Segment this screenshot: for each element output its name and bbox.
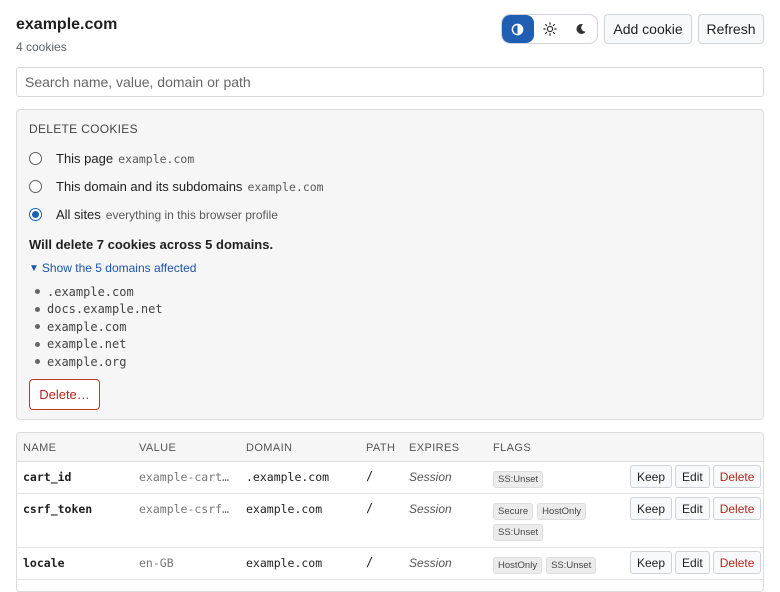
add-cookie-button[interactable]: Add cookie <box>604 14 692 44</box>
row-actions: Keep Edit Delete <box>630 551 762 574</box>
sun-icon <box>542 22 557 36</box>
cookie-value: example-csrf… <box>139 502 230 516</box>
bullet-icon <box>35 359 40 365</box>
domain-text: example.net <box>47 337 127 352</box>
cookie-expires: Session <box>409 502 452 516</box>
toggle-label: Show the 5 domains affected <box>41 261 197 275</box>
theme-light-button[interactable] <box>534 15 566 43</box>
table-row: locale en-GB example.com / Session HostO… <box>17 548 763 580</box>
table-header: NAME VALUE DOMAIN PATH EXPIRES FLAGS <box>17 433 763 462</box>
list-item: .example.com <box>29 283 163 301</box>
cookie-name: cart_id <box>23 470 72 484</box>
table-row: csrf_token example-csrf… example.com / S… <box>17 494 763 548</box>
flag-badge: SS:Unset <box>546 557 597 574</box>
option-hint: example.com <box>247 179 324 194</box>
option-label: This domain and its subdomains <box>56 179 243 194</box>
column-header-name: NAME <box>23 442 57 454</box>
edit-button[interactable]: Edit <box>675 465 710 488</box>
column-header-expires: EXPIRES <box>409 442 460 454</box>
cookie-flags: SS:Unset <box>493 471 613 488</box>
theme-dark-button[interactable] <box>565 15 597 43</box>
cookie-name: csrf_token <box>23 502 93 516</box>
edit-button[interactable]: Edit <box>675 497 710 520</box>
column-header-domain: DOMAIN <box>246 442 293 454</box>
flag-badge: SS:Unset <box>493 471 544 488</box>
list-item: example.net <box>29 336 163 354</box>
option-this-page[interactable]: This page example.com <box>29 151 194 166</box>
option-hint: everything in this browser profile <box>105 207 278 222</box>
column-header-value: VALUE <box>139 442 177 454</box>
flag-badge: Secure <box>493 503 534 520</box>
row-actions: Keep Edit Delete <box>630 465 762 488</box>
list-item: example.org <box>29 353 163 371</box>
theme-toggle <box>501 14 598 44</box>
domain-text: .example.com <box>47 284 134 299</box>
bullet-icon <box>35 324 40 330</box>
list-item: example.com <box>29 318 163 336</box>
delete-cookies-button[interactable]: Delete… <box>29 379 100 410</box>
column-header-flags: FLAGS <box>493 442 532 454</box>
bullet-icon <box>35 341 40 347</box>
cookie-value: en-GB <box>139 556 174 570</box>
header: example.com 4 cookies Add cookie Refresh <box>16 14 764 58</box>
cookie-expires: Session <box>409 556 452 570</box>
cookie-domain: .example.com <box>246 470 330 484</box>
list-item: docs.example.net <box>29 301 163 319</box>
flag-badge: HostOnly <box>537 503 587 520</box>
delete-button[interactable]: Delete <box>712 465 762 488</box>
column-header-path: PATH <box>366 442 396 454</box>
row-actions: Keep Edit Delete <box>630 497 762 520</box>
domain-text: example.com <box>47 319 127 334</box>
cookie-path: / <box>366 469 374 483</box>
show-domains-toggle[interactable]: ▼ Show the 5 domains affected <box>29 261 196 275</box>
table-row: cart_id example-cart… .example.com / Ses… <box>17 462 763 494</box>
flag-badge: SS:Unset <box>493 524 544 541</box>
page-title: example.com <box>16 16 118 33</box>
cookie-name: locale <box>23 556 65 570</box>
flag-badge: HostOnly <box>493 557 543 574</box>
edit-button[interactable]: Edit <box>675 551 710 574</box>
delete-summary: Will delete 7 cookies across 5 domains. <box>29 237 274 252</box>
radio-all-sites[interactable] <box>29 208 42 221</box>
cookie-expires: Session <box>409 470 452 484</box>
radio-this-page[interactable] <box>29 152 42 165</box>
bullet-icon <box>35 289 40 295</box>
delete-button[interactable]: Delete <box>712 497 762 520</box>
theme-auto-button[interactable] <box>502 15 534 43</box>
option-label: All sites <box>56 207 101 222</box>
cookie-flags: HostOnly SS:Unset <box>493 557 613 574</box>
cookie-domain: example.com <box>246 556 323 570</box>
keep-button[interactable]: Keep <box>630 465 673 488</box>
auto-theme-icon <box>511 23 524 35</box>
moon-icon <box>576 23 586 34</box>
cookie-path: / <box>366 501 374 515</box>
delete-cookies-panel: DELETE COOKIES This page example.com Thi… <box>16 109 764 420</box>
keep-button[interactable]: Keep <box>630 497 673 520</box>
cookie-flags: Secure HostOnly SS:Unset <box>493 503 613 541</box>
search-input[interactable] <box>16 67 764 97</box>
keep-button[interactable]: Keep <box>630 551 673 574</box>
delete-button[interactable]: Delete <box>712 551 762 574</box>
panel-title: DELETE COOKIES <box>29 122 138 136</box>
option-domain-subdomains[interactable]: This domain and its subdomains example.c… <box>29 179 324 194</box>
refresh-button[interactable]: Refresh <box>698 14 764 44</box>
option-all-sites[interactable]: All sites everything in this browser pro… <box>29 207 278 222</box>
domain-text: example.org <box>47 354 127 369</box>
cookie-value: example-cart… <box>139 470 230 484</box>
bullet-icon <box>35 306 40 312</box>
affected-domains-list: .example.com docs.example.net example.co… <box>29 283 163 371</box>
domain-text: docs.example.net <box>47 302 163 317</box>
cookie-count: 4 cookies <box>16 40 67 54</box>
triangle-down-icon: ▼ <box>29 262 39 274</box>
cookie-table: NAME VALUE DOMAIN PATH EXPIRES FLAGS car… <box>16 432 764 592</box>
option-hint: example.com <box>118 151 195 166</box>
cookie-path: / <box>366 555 374 569</box>
cookie-domain: example.com <box>246 502 323 516</box>
radio-domain-subdomains[interactable] <box>29 180 42 193</box>
option-label: This page <box>56 151 114 166</box>
